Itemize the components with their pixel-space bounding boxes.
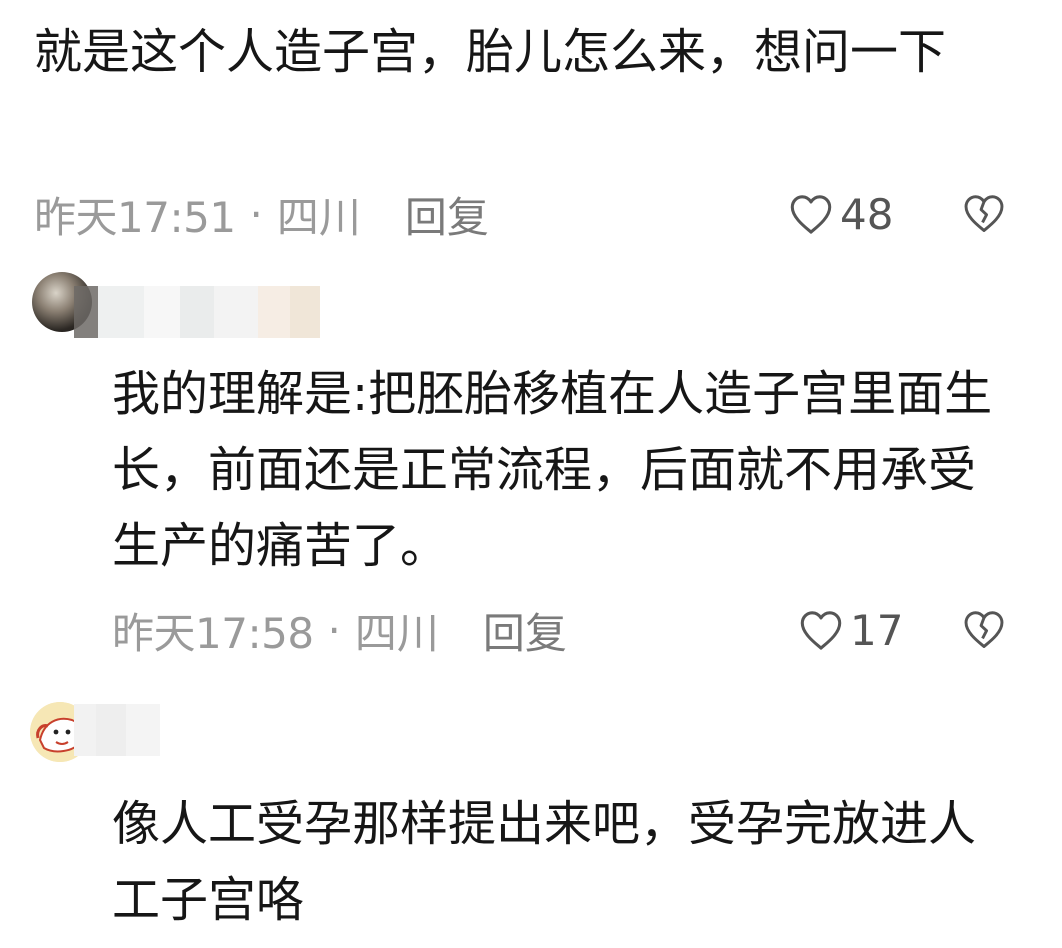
comment-1-text: 就是这个人造子宫，胎儿怎么来，想问一下 — [34, 24, 947, 80]
username-blurred — [74, 286, 320, 338]
broken-heart-icon[interactable] — [962, 192, 1006, 236]
comment-1-like-button[interactable]: 48 — [788, 186, 893, 242]
comment-2-text: 我的理解是:把胚胎移植在人造子宫里面生长，前面还是正常流程，后面就不用承受生产的… — [112, 366, 993, 574]
comment-2-like-count: 17 — [850, 605, 904, 655]
heart-outline-icon — [800, 611, 842, 650]
comment-1-meta: 昨天17:51 · 四川 回复 — [34, 186, 489, 242]
comment-1-location: 四川 — [276, 192, 361, 242]
meta-separator: · — [249, 189, 263, 239]
comment-2-reply-button[interactable]: 回复 — [483, 600, 567, 661]
comment-2-meta: 昨天17:58 · 四川 回复 — [112, 602, 567, 658]
meta-separator: · — [327, 605, 341, 655]
comment-2-time: 昨天17:58 — [112, 608, 314, 658]
comment-2-location: 四川 — [354, 608, 439, 658]
comment-3-text: 像人工受孕那样提出来吧，受孕完放进人工子宫咯 — [112, 796, 977, 928]
broken-heart-icon[interactable] — [962, 608, 1006, 652]
comment-1-time: 昨天17:51 — [34, 192, 236, 242]
comment-1-reply-button[interactable]: 回复 — [405, 184, 489, 245]
heart-outline-icon — [790, 195, 832, 234]
username-blurred — [74, 704, 160, 756]
comment-1-like-count: 48 — [840, 189, 894, 239]
comment-2-like-button[interactable]: 17 — [798, 602, 903, 658]
